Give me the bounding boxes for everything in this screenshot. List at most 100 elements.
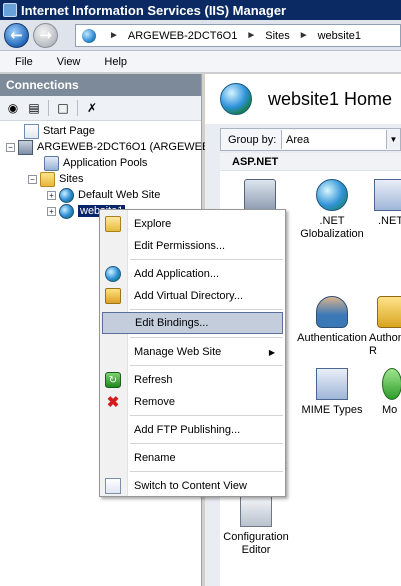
configuration-editor-icon: [240, 495, 272, 527]
server-icon: [18, 139, 33, 155]
menu-separator: [130, 415, 283, 416]
feature-mime-types[interactable]: MIME Types: [292, 368, 372, 416]
menu-bar: File View Help: [0, 51, 401, 73]
feature-authentication[interactable]: Authentication: [292, 296, 372, 344]
menu-help[interactable]: Help: [89, 56, 136, 68]
disconnect-icon[interactable]: ✗: [83, 99, 101, 117]
connections-toolbar: ◉ ▤ □ ✗: [0, 96, 201, 121]
menu-item-explore[interactable]: Explore: [102, 213, 283, 235]
breadcrumb-separator: ►: [298, 30, 309, 41]
tree-node-server[interactable]: − ARGEWEB-2DCT6O1 (ARGEWEB: [6, 139, 209, 155]
folder-up-icon[interactable]: □: [54, 99, 72, 117]
feature-mo-partial[interactable]: Mo: [380, 368, 401, 416]
explore-icon: [105, 216, 121, 232]
deployment-icon: [244, 179, 276, 211]
tree-label-default-web-site: Default Web Site: [78, 189, 161, 201]
menu-label: Explore: [134, 218, 172, 230]
page-title: website1 Home: [268, 88, 393, 109]
expand-toggle[interactable]: +: [47, 190, 56, 200]
collapse-toggle[interactable]: −: [28, 174, 37, 184]
menu-item-edit-permissions[interactable]: Edit Permissions...: [102, 235, 283, 257]
back-arrow-icon: ←: [10, 26, 23, 44]
menu-label: Refresh: [134, 374, 173, 386]
menu-label: Rename: [134, 452, 176, 464]
refresh-icon: ↻: [105, 372, 121, 388]
start-page-icon: [24, 123, 39, 139]
site-globe-icon: [59, 187, 74, 203]
feature-net-globalization[interactable]: .NET Globalization: [292, 179, 372, 241]
menu-separator: [130, 259, 283, 260]
feature-label: Mo: [382, 404, 398, 416]
tree-node-sites[interactable]: − Sites: [28, 171, 83, 187]
menu-label: Add Virtual Directory...: [134, 290, 244, 302]
menu-item-refresh[interactable]: ↻ Refresh: [102, 369, 283, 391]
tree-label-start-page: Start Page: [43, 125, 95, 137]
group-by-control: Group by: Area ▼: [220, 128, 401, 151]
feature-label: .NET Globalization: [300, 215, 364, 240]
menu-view[interactable]: View: [42, 56, 90, 68]
group-by-label: Group by:: [228, 133, 277, 146]
forward-arrow-icon: →: [39, 26, 52, 44]
feature-label: .NET: [378, 215, 401, 227]
menu-item-remove[interactable]: ✖ Remove: [102, 391, 283, 413]
menu-item-add-ftp-publishing[interactable]: Add FTP Publishing...: [102, 419, 283, 441]
add-application-icon: [105, 266, 121, 282]
authorization-icon: [377, 296, 401, 328]
net-globalization-icon: [316, 179, 348, 211]
menu-separator: [130, 337, 283, 338]
feature-configuration-editor[interactable]: Configuration Editor: [216, 495, 296, 557]
navigation-bar: ← → ► ARGEWEB-2DCT6O1 ► Sites ► website1: [0, 20, 401, 51]
feature-label: MIME Types: [301, 404, 363, 416]
group-by-select[interactable]: Area: [281, 130, 386, 149]
breadcrumb-separator: ►: [246, 30, 257, 41]
menu-item-add-application[interactable]: Add Application...: [102, 263, 283, 285]
menu-item-rename[interactable]: Rename: [102, 447, 283, 469]
menu-item-add-virtual-directory[interactable]: Add Virtual Directory...: [102, 285, 283, 307]
menu-label: Manage Web Site: [134, 346, 222, 358]
back-button[interactable]: ←: [4, 23, 29, 48]
expand-toggle[interactable]: +: [47, 206, 56, 216]
menu-label: Edit Permissions...: [134, 240, 226, 252]
menu-label: Edit Bindings...: [135, 317, 209, 329]
tree-label-sites: Sites: [59, 173, 84, 185]
collapse-toggle[interactable]: −: [6, 142, 15, 152]
tree-node-app-pools[interactable]: Application Pools: [44, 155, 147, 171]
menu-file[interactable]: File: [0, 56, 42, 68]
menu-label: Remove: [134, 396, 175, 408]
toolbar-separator: [48, 100, 49, 116]
mime-types-icon: [316, 368, 348, 400]
toolbar-separator: [77, 100, 78, 116]
tree-node-default-web-site[interactable]: + Default Web Site: [47, 187, 160, 203]
connect-icon[interactable]: ◉: [4, 99, 22, 117]
menu-item-switch-to-content-view[interactable]: Switch to Content View: [102, 475, 283, 497]
save-icon[interactable]: ▤: [25, 99, 43, 117]
feature-label: Authentication: [297, 332, 367, 344]
breadcrumb-server[interactable]: ARGEWEB-2DCT6O1: [128, 30, 237, 42]
application-pools-icon: [44, 155, 59, 171]
menu-label: Add FTP Publishing...: [134, 424, 241, 436]
feature-net-partial[interactable]: .NET: [364, 179, 401, 227]
chevron-down-icon[interactable]: ▼: [386, 130, 400, 149]
connections-header: Connections: [0, 74, 201, 96]
tree-label-server: ARGEWEB-2DCT6O1 (ARGEWEB: [37, 141, 210, 153]
menu-separator: [130, 309, 283, 310]
menu-item-edit-bindings[interactable]: Edit Bindings...: [102, 312, 283, 334]
authentication-icon: [316, 296, 348, 328]
breadcrumb-website1[interactable]: website1: [318, 30, 361, 42]
group-by-value: Area: [286, 133, 310, 146]
window-title: Internet Information Services (IIS) Mana…: [21, 2, 287, 18]
menu-item-manage-web-site[interactable]: Manage Web Site ▶: [102, 341, 283, 363]
menu-label: Add Application...: [134, 268, 220, 280]
address-bar[interactable]: ► ARGEWEB-2DCT6O1 ► Sites ► website1: [75, 24, 401, 47]
content-view-icon: [105, 478, 121, 494]
title-bar: Internet Information Services (IIS) Mana…: [0, 0, 401, 20]
tree-label-app-pools: Application Pools: [63, 157, 148, 169]
feature-auth-partial[interactable]: Authon R: [369, 296, 401, 358]
breadcrumb-separator: ►: [109, 30, 119, 41]
forward-button[interactable]: →: [33, 23, 58, 48]
breadcrumb-sites[interactable]: Sites: [265, 30, 289, 42]
group-header-aspnet: ASP.NET: [220, 153, 401, 171]
remove-x-icon: ✖: [106, 394, 120, 411]
tree-node-start-page[interactable]: Start Page: [24, 123, 95, 139]
submenu-arrow-icon: ▶: [268, 347, 275, 357]
